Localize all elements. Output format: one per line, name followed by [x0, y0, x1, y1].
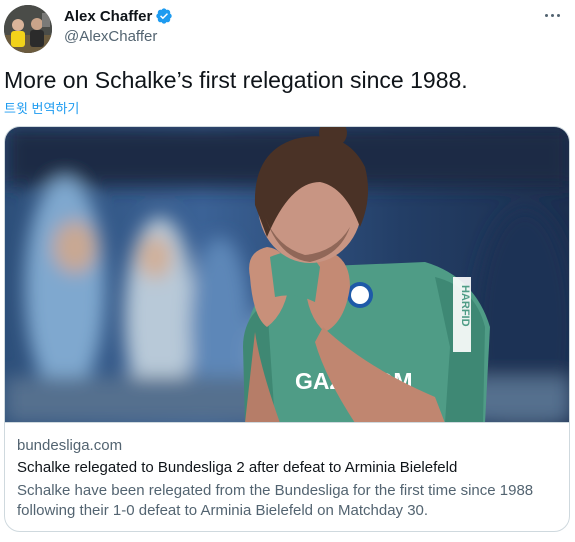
card-photo: HARFID GAZPROM: [5, 127, 569, 422]
sleeve-brand-text: HARFID: [459, 285, 471, 327]
card-image[interactable]: HARFID GAZPROM: [5, 127, 569, 423]
translate-tweet-link[interactable]: 트윗 번역하기: [4, 98, 79, 117]
avatar[interactable]: [4, 5, 52, 53]
card-domain: bundesliga.com: [17, 437, 123, 454]
author-handle[interactable]: @AlexChaffer: [64, 28, 157, 45]
more-horizontal-icon-dot: [550, 13, 554, 17]
more-horizontal-icon-dot: [556, 13, 560, 17]
more-options-button[interactable]: [539, 4, 565, 26]
author-display-name[interactable]: Alex Chaffer: [64, 8, 152, 25]
card-title[interactable]: Schalke relegated to Bundesliga 2 after …: [17, 459, 457, 476]
verified-badge-icon: [155, 7, 173, 25]
author-name-row[interactable]: Alex Chaffer: [64, 7, 173, 25]
more-horizontal-icon: [544, 13, 548, 17]
tweet-header: Alex Chaffer @AlexChaffer: [0, 0, 575, 60]
card-description: Schalke have been relegated from the Bun…: [17, 482, 534, 519]
link-preview-card[interactable]: HARFID GAZPROM bundesliga.com Schalke re…: [4, 126, 570, 532]
avatar-image: [4, 5, 52, 53]
tweet-text: More on Schalke’s first relegation since…: [4, 67, 468, 93]
